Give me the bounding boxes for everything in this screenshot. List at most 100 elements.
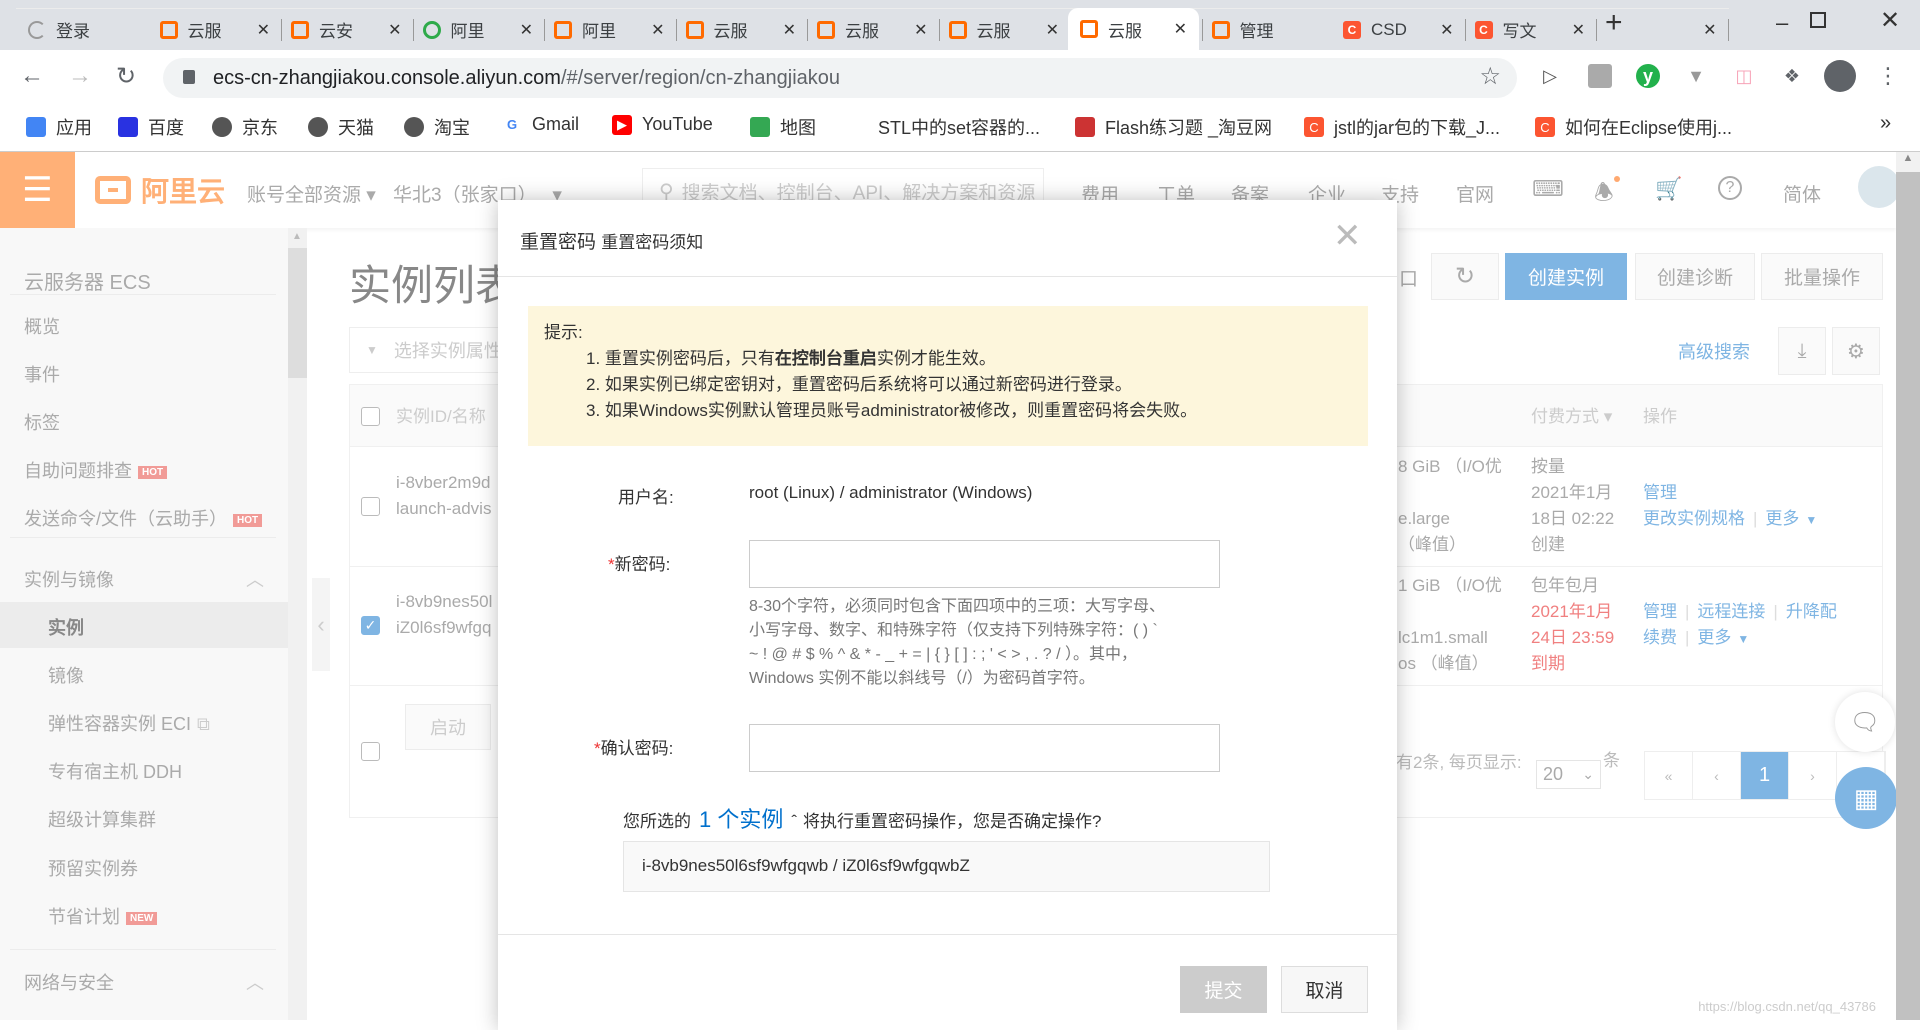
row-action-link[interactable]: 续费 <box>1643 628 1677 647</box>
bookmark-item[interactable]: C 如何在Eclipse使用j... <box>1535 114 1732 140</box>
star-icon[interactable]: ☆ <box>1479 62 1501 91</box>
bookmark-item[interactable]: ▶ YouTube <box>612 114 713 135</box>
page-button[interactable]: › <box>1789 752 1837 799</box>
bookmark-item[interactable]: 京东 <box>212 114 278 140</box>
restore-button[interactable] <box>1810 12 1826 28</box>
bookmark-item[interactable]: STL中的set容器的... <box>848 114 1040 140</box>
close-icon[interactable]: ✕ <box>1333 216 1362 256</box>
page-size-select[interactable]: 20 ⌄ <box>1536 760 1601 789</box>
sidebar-subitem[interactable]: 镜像 <box>48 662 84 688</box>
create-instance-button[interactable]: 创建实例 <box>1505 253 1627 300</box>
sidebar-group-network[interactable]: 网络与安全 ︿ <box>24 969 264 995</box>
new-password-input[interactable] <box>749 540 1220 588</box>
sidebar-subitem[interactable]: 节省计划 NEW <box>48 903 158 929</box>
batch-actions-button[interactable]: 批量操作 <box>1761 253 1883 300</box>
bookmark-item[interactable]: 百度 <box>118 114 184 140</box>
row-action-link[interactable]: 管理 <box>1643 602 1677 621</box>
caret-up-icon[interactable]: ˆ <box>791 812 797 832</box>
browser-menu-icon[interactable]: ⋮ <box>1876 63 1900 88</box>
column-payment[interactable]: 付费方式 ▾ <box>1531 403 1612 430</box>
browser-tab[interactable]: C 写文 ✕ <box>1462 8 1729 50</box>
browser-tab[interactable]: 云服 ✕ <box>1068 8 1199 50</box>
page-button[interactable]: « <box>1645 752 1693 799</box>
extension-y-icon[interactable]: y <box>1636 64 1660 88</box>
row-action-link[interactable]: 更改实例规格 <box>1643 509 1745 528</box>
page-scrollbar[interactable]: ▲ <box>1896 152 1920 1020</box>
close-window-button[interactable]: ✕ <box>1880 6 1900 35</box>
bookmark-item[interactable]: 应用 <box>26 114 92 140</box>
close-tab-icon[interactable]: ✕ <box>1174 19 1187 39</box>
cart-icon[interactable]: 🛒 <box>1655 176 1682 202</box>
row-action-link[interactable]: 更多 <box>1697 628 1731 647</box>
refresh-button[interactable]: ↻ <box>1431 253 1499 300</box>
sidebar-scrollbar[interactable]: ▲ ▼ <box>288 228 307 1020</box>
sidebar-item[interactable]: 标签 <box>24 409 60 435</box>
bookmark-item[interactable]: G Gmail <box>502 114 579 135</box>
sidebar-item[interactable]: 事件 <box>24 361 60 387</box>
footer-select-checkbox[interactable] <box>361 742 380 761</box>
terminal-icon[interactable]: ⌨ <box>1532 176 1564 202</box>
selected-count-link[interactable]: 1 个实例 <box>699 802 783 834</box>
instance-type-link[interactable]: lc1m1.small <box>1398 624 1488 651</box>
apps-float-button[interactable]: ▦ <box>1835 767 1896 829</box>
page-button[interactable]: ‹ <box>1693 752 1741 799</box>
instance-id-link[interactable]: i-8vber2m9d <box>396 469 491 496</box>
create-diagnosis-button[interactable]: 创建诊断 <box>1635 253 1755 300</box>
submit-button[interactable]: 提交 <box>1180 966 1267 1013</box>
bookmark-item[interactable]: Flash练习题 _淘豆网 <box>1075 114 1272 140</box>
account-resources-dropdown[interactable]: 账号全部资源 ▾ <box>247 180 376 207</box>
bookmark-item[interactable]: Cjstl的jar包的下载_J... <box>1304 114 1500 140</box>
forward-button[interactable]: → <box>68 62 92 90</box>
row-checkbox[interactable] <box>361 497 380 516</box>
bookmark-item[interactable]: 地图 <box>750 114 816 140</box>
page-current[interactable]: 1 <box>1741 752 1789 799</box>
confirm-password-input[interactable] <box>749 724 1220 772</box>
row-action-link[interactable]: 远程连接 <box>1697 602 1765 621</box>
row-action-link[interactable]: 更多 <box>1765 509 1799 528</box>
profile-avatar-icon[interactable] <box>1824 60 1856 92</box>
extensions-puzzle-icon[interactable]: ❖ <box>1780 64 1804 88</box>
reload-button[interactable]: ↻ <box>116 62 136 91</box>
advanced-search-link[interactable]: 高级搜索 <box>1678 338 1750 364</box>
sidebar-item[interactable]: 概览 <box>24 313 60 339</box>
user-avatar[interactable] <box>1858 166 1896 208</box>
extension-flash-icon[interactable] <box>1588 64 1612 88</box>
language-switch[interactable]: 简体 <box>1783 180 1821 207</box>
new-tab-button[interactable]: + <box>1605 6 1623 40</box>
start-button[interactable]: 启动 <box>405 704 491 750</box>
bookmark-item[interactable]: 淘宝 <box>404 114 470 140</box>
sidebar-item[interactable]: 发送命令/文件（云助手） HOT <box>24 505 263 531</box>
extension-vue-icon[interactable]: ▼ <box>1684 64 1708 88</box>
header-nav-item[interactable]: 官网 <box>1456 180 1494 207</box>
sidebar-subitem[interactable]: 弹性容器实例 ECI ⧉ <box>48 710 210 736</box>
chat-float-button[interactable]: 🗨 <box>1835 692 1895 752</box>
close-tab-icon[interactable]: ✕ <box>1703 20 1716 40</box>
download-icon[interactable]: ⤓ <box>1778 327 1826 375</box>
sidebar-item[interactable]: 自助问题排查 HOT <box>24 457 168 483</box>
help-icon[interactable]: ? <box>1718 176 1742 200</box>
row-action-link[interactable]: 管理 <box>1643 483 1677 502</box>
back-button[interactable]: ← <box>20 62 44 90</box>
cast-icon[interactable]: ▷ <box>1538 64 1562 88</box>
instance-id-link[interactable]: i-8vb9nes50l <box>396 588 492 615</box>
select-all-checkbox[interactable] <box>361 407 380 426</box>
sidebar-subitem[interactable]: 专有宿主机 DDH <box>48 758 182 784</box>
bell-icon[interactable]: 🕭 <box>1594 176 1620 214</box>
menu-icon[interactable]: ☰ <box>0 152 75 228</box>
extension-bilibili-icon[interactable]: ◫ <box>1732 64 1756 88</box>
bookmark-item[interactable]: 天猫 <box>308 114 374 140</box>
cancel-button[interactable]: 取消 <box>1281 966 1368 1013</box>
sidebar-collapse-button[interactable]: ‹ <box>312 578 330 671</box>
gear-icon[interactable]: ⚙ <box>1832 327 1880 375</box>
sidebar-subitem[interactable]: 预留实例券 <box>48 855 138 881</box>
minimize-button[interactable]: – <box>1776 10 1788 36</box>
sidebar-group-instances[interactable]: 实例与镜像 ︿ <box>24 566 264 592</box>
aliyun-logo[interactable]: 阿里云 <box>95 170 225 210</box>
url-bar[interactable]: ecs-cn-zhangjiakou.console.aliyun.com/#/… <box>163 58 1517 98</box>
sidebar-subitem[interactable]: 实例 <box>48 614 84 640</box>
row-checkbox[interactable]: ✓ <box>361 616 380 635</box>
row-action-link[interactable]: 升降配 <box>1786 602 1837 621</box>
bookmarks-more-button[interactable]: » <box>1880 112 1891 135</box>
instance-type-link[interactable]: e.large <box>1398 505 1450 532</box>
sidebar-subitem[interactable]: 超级计算集群 <box>48 806 156 832</box>
